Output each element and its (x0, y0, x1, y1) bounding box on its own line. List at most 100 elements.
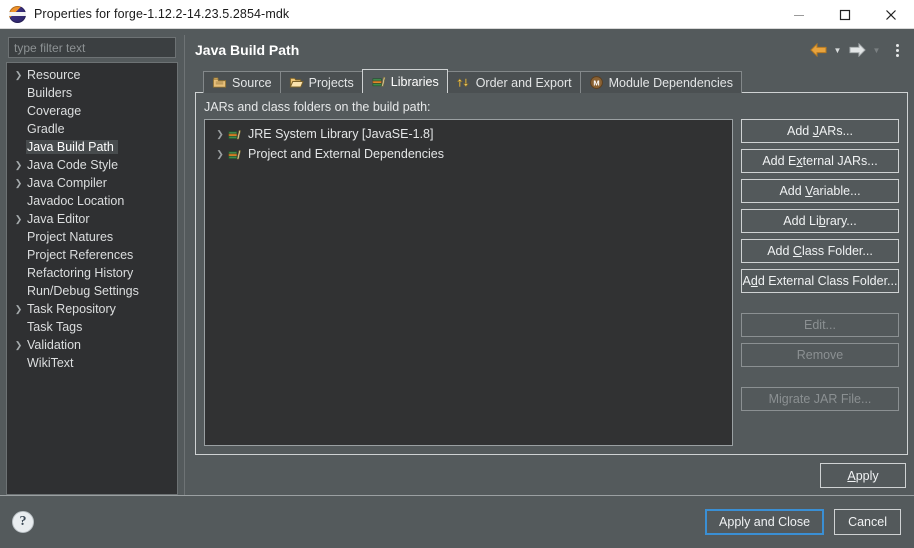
sidebar-item-label: Task Tags (27, 320, 83, 334)
sidebar-item-task-tags[interactable]: ❯Task Tags (7, 318, 177, 336)
sidebar-item-label: Javadoc Location (27, 194, 125, 208)
sidebar-item-java-editor[interactable]: ❯ Java Editor (7, 210, 177, 228)
sidebar-item-refactoring-history[interactable]: ❯Refactoring History (7, 264, 177, 282)
kebab-menu-icon[interactable] (888, 39, 906, 61)
chevron-right-icon[interactable]: ❯ (213, 149, 227, 160)
tab-module-dependencies[interactable]: M Module Dependencies (579, 71, 742, 93)
window-controls (776, 0, 914, 29)
add-external-jars-button[interactable]: Add External JARs... (741, 149, 899, 173)
add-class-folder-button[interactable]: Add Class Folder... (741, 239, 899, 263)
maximize-button[interactable] (822, 0, 868, 29)
classpath-entry-row[interactable]: ❯ Project and External Dependencies (205, 144, 732, 164)
sidebar-item-project-natures[interactable]: ❯Project Natures (7, 228, 177, 246)
sidebar-item-label: Builders (27, 86, 73, 100)
eclipse-logo-icon (9, 5, 26, 23)
sidebar-item-run-debug-settings[interactable]: ❯Run/Debug Settings (7, 282, 177, 300)
sidebar-item-java-compiler[interactable]: ❯ Java Compiler (7, 174, 177, 192)
button-label: Edit... (804, 318, 836, 332)
tab-libraries[interactable]: Libraries (361, 69, 448, 93)
chevron-right-icon[interactable]: ❯ (11, 70, 26, 81)
button-label: Migrate JAR File... (768, 392, 872, 406)
back-history-chevron-down-icon[interactable]: ▼ (831, 39, 844, 61)
button-label: Remove (796, 348, 844, 362)
apply-button[interactable]: Apply (820, 463, 906, 488)
minimize-button[interactable] (776, 0, 822, 29)
books-icon (371, 74, 386, 89)
build-path-tabs: Source Projects Libraries Order and Export M… (195, 69, 908, 93)
chevron-right-icon[interactable]: ❯ (11, 160, 26, 171)
sidebar-item-project-references[interactable]: ❯Project References (7, 246, 177, 264)
settings-tree[interactable]: ❯Resource❯Builders❯Coverage❯Gradle❯Java … (6, 62, 178, 495)
add-variable-button[interactable]: Add Variable... (741, 179, 899, 203)
button-label: Add Library... (783, 214, 857, 228)
button-label: Add External Class Folder... (742, 274, 898, 288)
open-folder-icon (289, 75, 304, 90)
apply-and-close-label: Apply and Close (719, 515, 811, 529)
sidebar-item-wikitext[interactable]: ❯WikiText (7, 354, 177, 372)
tab-source[interactable]: Source (203, 71, 281, 93)
settings-sidebar: ❯Resource❯Builders❯Coverage❯Gradle❯Java … (6, 35, 178, 495)
remove-button: Remove (741, 343, 899, 367)
tab-label: Module Dependencies (608, 75, 733, 90)
sidebar-item-java-code-style[interactable]: ❯ Java Code Style (7, 156, 177, 174)
chevron-right-icon[interactable]: ❯ (213, 129, 227, 140)
sidebar-item-label: Coverage (27, 104, 82, 118)
library-books-icon (227, 147, 242, 162)
classpath-entries-list[interactable]: ❯ JRE System Library [JavaSE-1.8] ❯ Project… (204, 119, 733, 446)
tab-label: Libraries (390, 74, 439, 89)
tab-projects[interactable]: Projects (279, 71, 363, 93)
panel-description: JARs and class folders on the build path… (204, 100, 431, 114)
sidebar-item-gradle[interactable]: ❯Gradle (7, 120, 177, 138)
sidebar-item-label: Java Build Path (26, 140, 118, 154)
sidebar-item-label: Task Repository (27, 302, 116, 316)
close-button[interactable] (868, 0, 914, 29)
sidebar-item-javadoc-location[interactable]: ❯Javadoc Location (7, 192, 177, 210)
sidebar-item-label: Resource (27, 68, 81, 82)
sidebar-item-java-build-path[interactable]: ❯Java Build Path (7, 138, 177, 156)
order-arrows-icon (456, 75, 471, 90)
sidebar-item-validation[interactable]: ❯ Validation (7, 336, 177, 354)
back-arrow-icon[interactable] (807, 39, 829, 61)
sidebar-item-label: Project References (27, 248, 134, 262)
chevron-right-icon[interactable]: ❯ (11, 214, 26, 225)
apply-button-label: Apply (847, 468, 879, 483)
edit-button: Edit... (741, 313, 899, 337)
chevron-right-icon[interactable]: ❯ (11, 340, 26, 351)
sidebar-item-coverage[interactable]: ❯Coverage (7, 102, 177, 120)
help-question-icon[interactable]: ? (12, 511, 34, 533)
apply-and-close-button[interactable]: Apply and Close (705, 509, 825, 535)
tab-order-and-export[interactable]: Order and Export (446, 71, 581, 93)
add-library-button[interactable]: Add Library... (741, 209, 899, 233)
classpath-entry-row[interactable]: ❯ JRE System Library [JavaSE-1.8] (205, 124, 732, 144)
button-label: Add JARs... (786, 124, 853, 138)
sidebar-item-label: Refactoring History (27, 266, 134, 280)
add-jars-button[interactable]: Add JARs... (741, 119, 899, 143)
dialog-body: ❯Resource❯Builders❯Coverage❯Gradle❯Java … (0, 29, 914, 495)
sidebar-item-label: Java Code Style (27, 158, 119, 172)
sidebar-item-task-repository[interactable]: ❯ Task Repository (7, 300, 177, 318)
button-label: Add Class Folder... (767, 244, 873, 258)
classpath-entry-label: Project and External Dependencies (248, 147, 444, 161)
page-area: Java Build Path ▼ ▼ Source Projects Libr… (184, 35, 908, 495)
page-title: Java Build Path (195, 42, 300, 58)
sidebar-item-label: Gradle (27, 122, 65, 136)
sidebar-item-label: Java Compiler (27, 176, 107, 190)
sidebar-item-resource[interactable]: ❯ Resource (7, 66, 177, 84)
button-label: Add External JARs... (762, 154, 878, 168)
tab-label: Source (232, 75, 272, 90)
chevron-right-icon[interactable]: ❯ (11, 178, 26, 189)
add-external-class-folder-button[interactable]: Add External Class Folder... (741, 269, 899, 293)
tab-label: Order and Export (475, 75, 572, 90)
forward-arrow-icon[interactable] (846, 39, 868, 61)
chevron-right-icon[interactable]: ❯ (11, 304, 26, 315)
button-label: Add Variable... (779, 184, 861, 198)
dialog-footer: ? Apply and Close Cancel (0, 496, 914, 548)
properties-dialog: Properties for forge-1.12.2-14.23.5.2854… (0, 0, 914, 548)
svg-text:M: M (593, 79, 599, 88)
filter-input[interactable] (8, 37, 176, 58)
sidebar-item-builders[interactable]: ❯Builders (7, 84, 177, 102)
cancel-button[interactable]: Cancel (834, 509, 901, 535)
migrate-jar-file-button: Migrate JAR File... (741, 387, 899, 411)
module-m-icon: M (589, 75, 604, 90)
libraries-button-column: Add JARs... Add External JARs... Add Varia… (741, 119, 899, 446)
